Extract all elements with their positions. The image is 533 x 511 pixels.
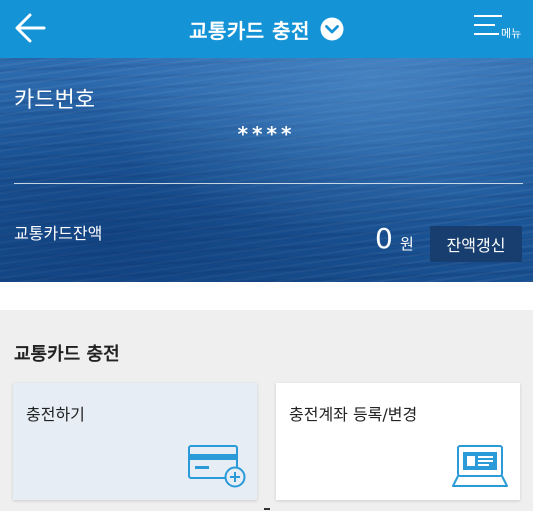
refresh-balance-button[interactable]: 잔액갱신 bbox=[430, 226, 522, 262]
app-header: 교통카드 충전 메뉴 bbox=[0, 0, 533, 58]
balance-value: 0 bbox=[375, 222, 393, 255]
balance-label: 교통카드잔액 bbox=[14, 224, 103, 243]
account-tile[interactable]: 충전계좌 등록/변경 bbox=[276, 383, 520, 500]
scroll-hint bbox=[264, 508, 270, 510]
hamburger-icon bbox=[474, 15, 502, 35]
balance-unit: 원 bbox=[400, 235, 414, 253]
laptop-icon bbox=[452, 445, 508, 487]
card-add-icon bbox=[188, 445, 246, 488]
account-tile-label: 충전계좌 등록/변경 bbox=[289, 405, 418, 424]
charge-tile[interactable]: 충전하기 bbox=[13, 383, 257, 500]
charge-tile-label: 충전하기 bbox=[26, 405, 85, 424]
spacer-band bbox=[0, 282, 533, 310]
card-number-value: **** bbox=[237, 122, 296, 146]
menu-button[interactable]: 메뉴 bbox=[473, 12, 529, 44]
menu-label: 메뉴 bbox=[501, 27, 522, 40]
divider bbox=[14, 183, 523, 184]
card-info-panel: 카드번호 **** 교통카드잔액 0 원 잔액갱신 bbox=[0, 58, 533, 282]
page-title: 교통카드 충전 bbox=[189, 18, 310, 43]
chevron-down-icon[interactable] bbox=[320, 17, 344, 41]
title-area: 교통카드 충전 bbox=[0, 0, 533, 58]
section-title: 교통카드 충전 bbox=[14, 344, 120, 365]
card-number-label: 카드번호 bbox=[14, 88, 95, 113]
